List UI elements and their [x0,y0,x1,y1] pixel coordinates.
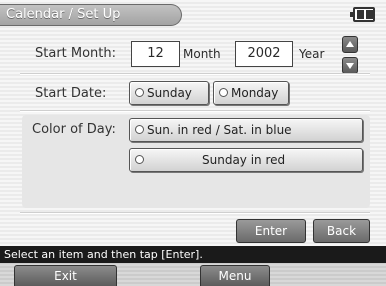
sunday-label: Sunday [147,86,192,100]
monday-label: Monday [231,86,279,100]
color-option-sunday-red[interactable]: Sunday in red [129,148,363,172]
color-of-day-label: Color of Day: [32,122,116,137]
divider [20,73,370,75]
arrow-down-icon[interactable] [342,57,358,74]
radio-dot-icon [219,88,228,97]
divider [20,110,370,112]
radio-dot-icon [135,125,144,134]
page-title: Calendar / Set Up [0,4,182,26]
exit-button[interactable]: Exit [14,265,117,286]
year-unit-label: Year [299,47,325,61]
radio-dot-icon [135,155,144,164]
battery-icon [350,7,375,22]
month-field[interactable]: 12 [131,41,180,67]
radio-dot-icon [135,88,144,97]
menu-button[interactable]: Menu [200,265,270,286]
enter-button[interactable]: Enter [236,219,306,243]
divider [20,212,370,214]
start-date-sunday-button[interactable]: Sunday [129,81,209,105]
start-date-monday-button[interactable]: Monday [213,81,289,105]
status-message: Select an item and then tap [Enter]. [0,246,386,263]
option-label: Sun. in red / Sat. in blue [147,123,292,137]
year-field[interactable]: 2002 [235,41,293,67]
back-button[interactable]: Back [313,219,370,243]
month-unit-label: Month [183,47,221,61]
color-option-sun-red-sat-blue[interactable]: Sun. in red / Sat. in blue [129,118,363,142]
start-month-label: Start Month: [35,46,117,61]
start-date-label: Start Date: [35,86,107,101]
arrow-up-icon[interactable] [342,36,358,53]
option-label: Sunday in red [202,153,286,167]
